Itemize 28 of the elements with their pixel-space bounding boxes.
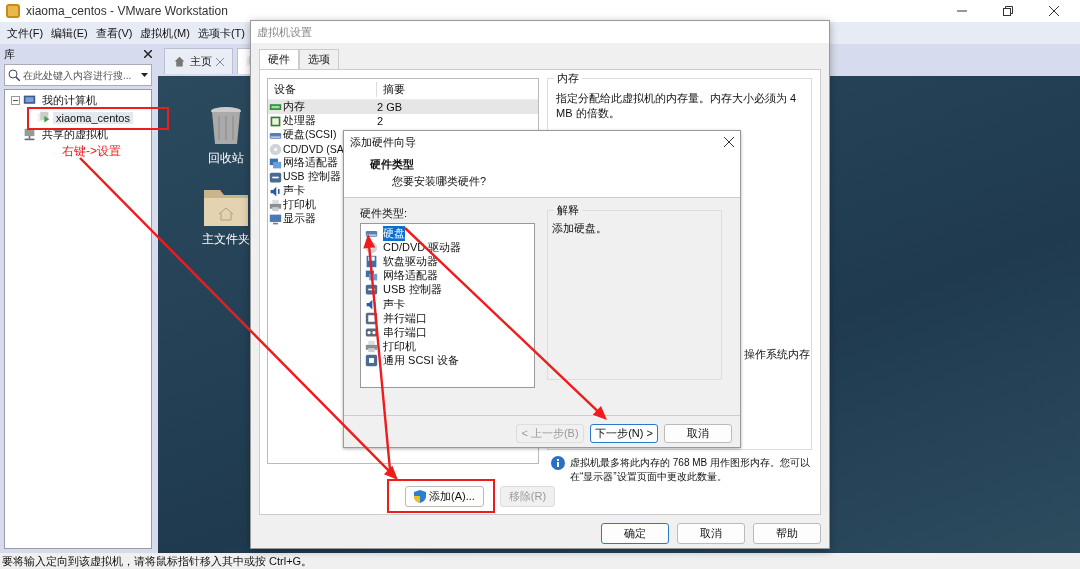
group-title: 内存 — [554, 71, 582, 86]
panel-title: 库 — [4, 46, 15, 62]
table-cell: 处理器 — [283, 114, 316, 128]
dialog-title: 虚拟机设置 — [257, 24, 312, 40]
wizard-heading: 硬件类型 — [370, 157, 415, 172]
annotation-text: 右键->设置 — [62, 143, 121, 160]
table-cell: 内存 — [283, 100, 305, 114]
icon-label: 回收站 — [208, 150, 244, 167]
table-cell: USB 控制器 — [283, 170, 341, 184]
window-title: xiaoma_centos - VMware Workstation — [26, 4, 229, 18]
table-cell: 打印机 — [283, 198, 316, 212]
icon-label: 主文件夹 — [202, 231, 250, 248]
table-cell-text: 2 GB — [376, 101, 403, 113]
table-cell: 硬盘(SCSI) — [283, 128, 337, 142]
dialog-title: 添加硬件向导 — [350, 134, 416, 150]
table-cell: 显示器 — [283, 212, 316, 226]
table-cell: CD/DVD (SA — [283, 143, 344, 155]
wizard-subheading: 您要安装哪类硬件? — [391, 174, 488, 189]
description-text: 指定分配给此虚拟机的内存量。内存大小必须为 4 MB 的倍数。 — [556, 91, 798, 121]
info-text: 虚拟机最多将此内存的 768 MB 用作图形内存。您可以在“显示器”设置页面中更改此数量。 — [570, 456, 812, 484]
group-title: 解释 — [554, 203, 582, 218]
table-cell: 声卡 — [283, 184, 305, 198]
list-label: 硬件类型: — [360, 207, 408, 219]
table-cell-text: 2 — [376, 115, 384, 127]
status-text: 要将输入定向到该虚拟机，请将鼠标指针移入其中或按 Ctrl+G。 — [2, 553, 313, 569]
explanation-text: 添加硬盘。 — [552, 221, 608, 236]
table-cell: 网络适配器 — [283, 156, 338, 170]
description-text: 操作系统内存 — [743, 347, 810, 362]
